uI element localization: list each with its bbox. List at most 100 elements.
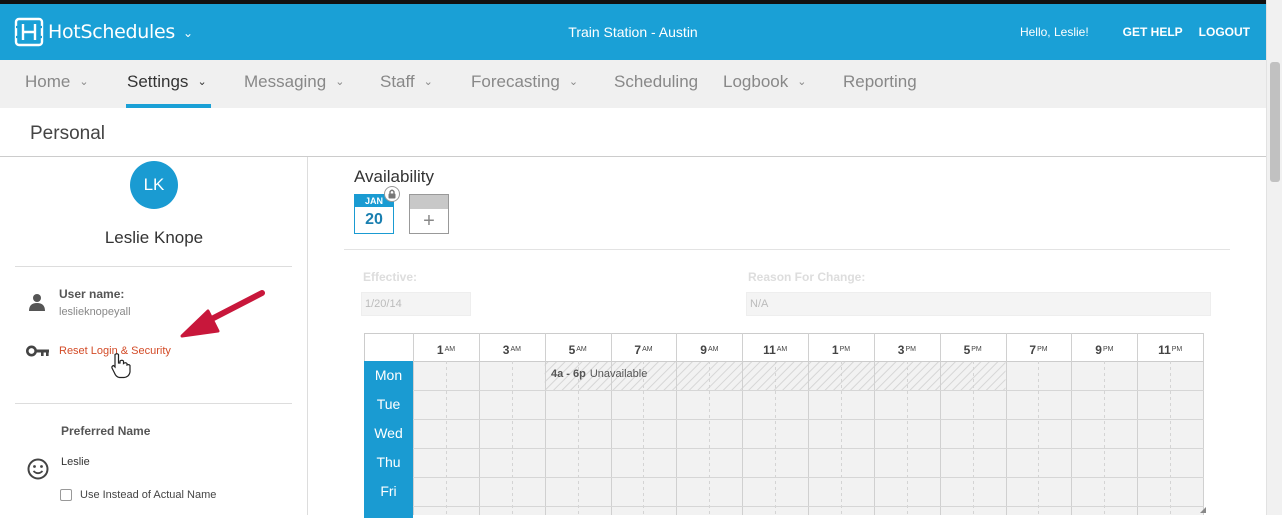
effective-label: Effective:: [363, 270, 418, 284]
page-header: Personal: [0, 108, 1266, 157]
nav-home-label: Home: [25, 72, 71, 91]
day-label-fri[interactable]: Fri: [364, 477, 413, 506]
hour-meridiem: PM: [971, 346, 982, 353]
add-availability-button[interactable]: +: [409, 194, 449, 234]
availability-panel: Availability JAN 20 + Effective: 1/20/14…: [309, 157, 1266, 518]
preferred-name-label: Preferred Name: [61, 424, 151, 438]
username-value: leslieknopeyall: [59, 306, 131, 318]
divider: [344, 249, 1230, 250]
smiley-icon: [27, 458, 49, 480]
app-name: HotSchedules: [48, 21, 175, 43]
nav-settings-label: Settings: [127, 72, 189, 91]
scrollbar-thumb[interactable]: [1270, 62, 1280, 182]
hour-label: 1PM: [832, 343, 850, 357]
hour-label: 11AM: [763, 343, 787, 357]
nav-settings[interactable]: Settings ⌄: [126, 60, 211, 108]
reason-field[interactable]: N/A: [746, 292, 1211, 316]
reason-label: Reason For Change:: [748, 270, 866, 284]
nav-messaging[interactable]: Messaging ⌄: [244, 60, 344, 108]
hotschedules-logo-icon: [14, 17, 44, 47]
hour-number: 9: [700, 343, 707, 357]
app-switcher[interactable]: HotSchedules ⌄: [14, 17, 193, 47]
full-name: Leslie Knope: [104, 228, 204, 247]
hour-meridiem: AM: [776, 346, 788, 353]
hour-number: 11: [1158, 343, 1171, 357]
hour-meridiem: AM: [444, 346, 456, 353]
chevron-down-icon: ⌄: [568, 76, 579, 88]
profile-panel: LK Leslie Knope User name: leslieknopeya…: [0, 157, 308, 515]
preferred-name-value[interactable]: Leslie: [61, 456, 90, 468]
chevron-down-icon: ⌄: [335, 76, 345, 88]
page-title: Personal: [30, 123, 105, 144]
nav-home[interactable]: Home ⌄: [25, 60, 89, 108]
hour-label: 1AM: [437, 343, 455, 357]
hour-meridiem: PM: [905, 346, 916, 353]
nav-reporting[interactable]: Reporting: [843, 60, 917, 108]
divider: [15, 266, 292, 267]
chevron-down-icon: ⌄: [79, 76, 89, 88]
divider: [15, 403, 292, 404]
nav-staff[interactable]: Staff ⌄: [380, 60, 433, 108]
availability-grid: 1AM 3AM 5AM 7AM 9AM 11AM 1PM 3PM 5PM 7PM 9PM 11PM M…: [364, 333, 1206, 518]
hour-label: 11PM: [1158, 343, 1182, 357]
hand-cursor-icon: [111, 353, 131, 379]
chevron-down-icon: ⌄: [182, 26, 194, 40]
day-label-thu[interactable]: Thu: [364, 448, 413, 477]
nav-forecasting[interactable]: Forecasting ⌄: [471, 60, 578, 108]
hour-number: 7: [634, 343, 642, 357]
day-label-tue[interactable]: Tue: [364, 390, 413, 419]
chevron-down-icon: ⌄: [197, 76, 207, 88]
page-scrollbar[interactable]: [1266, 0, 1282, 515]
username-label: User name:: [59, 287, 125, 301]
resize-handle[interactable]: [1200, 507, 1206, 513]
hour-meridiem: PM: [1171, 346, 1183, 353]
hour-number: 9: [1095, 343, 1102, 357]
hour-label: 7AM: [634, 343, 652, 357]
hour-meridiem: AM: [510, 346, 521, 353]
hour-label: 3AM: [503, 343, 521, 357]
effective-field[interactable]: 1/20/14: [361, 292, 471, 316]
nav-logbook-label: Logbook: [723, 72, 789, 91]
nav-forecasting-label: Forecasting: [471, 72, 560, 91]
hour-number: 3: [502, 343, 510, 357]
main-nav: Home ⌄ Settings ⌄ Messaging ⌄ Staff ⌄ Foreca…: [0, 60, 1266, 108]
use-instead-label: Use Instead of Actual Name: [80, 489, 217, 501]
hour-number: 5: [568, 343, 576, 357]
hour-number: 3: [897, 343, 905, 357]
hour-meridiem: PM: [1102, 346, 1114, 353]
nav-logbook[interactable]: Logbook ⌄: [723, 60, 806, 108]
nav-scheduling[interactable]: Scheduling: [614, 60, 698, 108]
get-help-link[interactable]: GET HELP: [1123, 25, 1183, 39]
hour-label: 7PM: [1029, 343, 1047, 357]
hour-meridiem: PM: [839, 346, 851, 353]
hour-number: 5: [963, 343, 971, 357]
lock-icon: [384, 186, 400, 202]
hour-number: 1: [831, 343, 839, 357]
hour-number: 11: [763, 343, 776, 357]
day-label-wed[interactable]: Wed: [364, 419, 413, 448]
hour-number: 7: [1029, 343, 1037, 357]
day-label-mon[interactable]: Mon: [364, 361, 413, 390]
block-status: Unavailable: [589, 368, 648, 380]
nav-scheduling-label: Scheduling: [614, 72, 699, 91]
hour-label: 3PM: [898, 343, 916, 357]
hour-meridiem: PM: [1037, 346, 1048, 353]
hour-meridiem: AM: [642, 346, 653, 353]
user-icon: [29, 294, 45, 311]
greeting: Hello, Leslie!: [1019, 25, 1089, 39]
chevron-down-icon: ⌄: [423, 76, 433, 88]
avatar[interactable]: LK: [130, 161, 178, 209]
availability-title: Availability: [354, 167, 435, 186]
hour-label: 5PM: [964, 343, 982, 357]
unavailable-block-label[interactable]: 4a - 6p Unavailable: [551, 368, 647, 380]
logout-link[interactable]: LOGOUT: [1199, 25, 1250, 39]
use-instead-checkbox[interactable]: [60, 489, 72, 501]
hour-meridiem: AM: [576, 346, 587, 353]
availability-grid-lines: [364, 333, 1204, 515]
key-icon: [26, 345, 49, 357]
hour-meridiem: AM: [707, 346, 719, 353]
store-name[interactable]: Train Station - Austin: [568, 24, 697, 40]
nav-staff-label: Staff: [380, 72, 415, 91]
nav-messaging-label: Messaging: [244, 72, 327, 91]
nav-reporting-label: Reporting: [843, 72, 917, 91]
